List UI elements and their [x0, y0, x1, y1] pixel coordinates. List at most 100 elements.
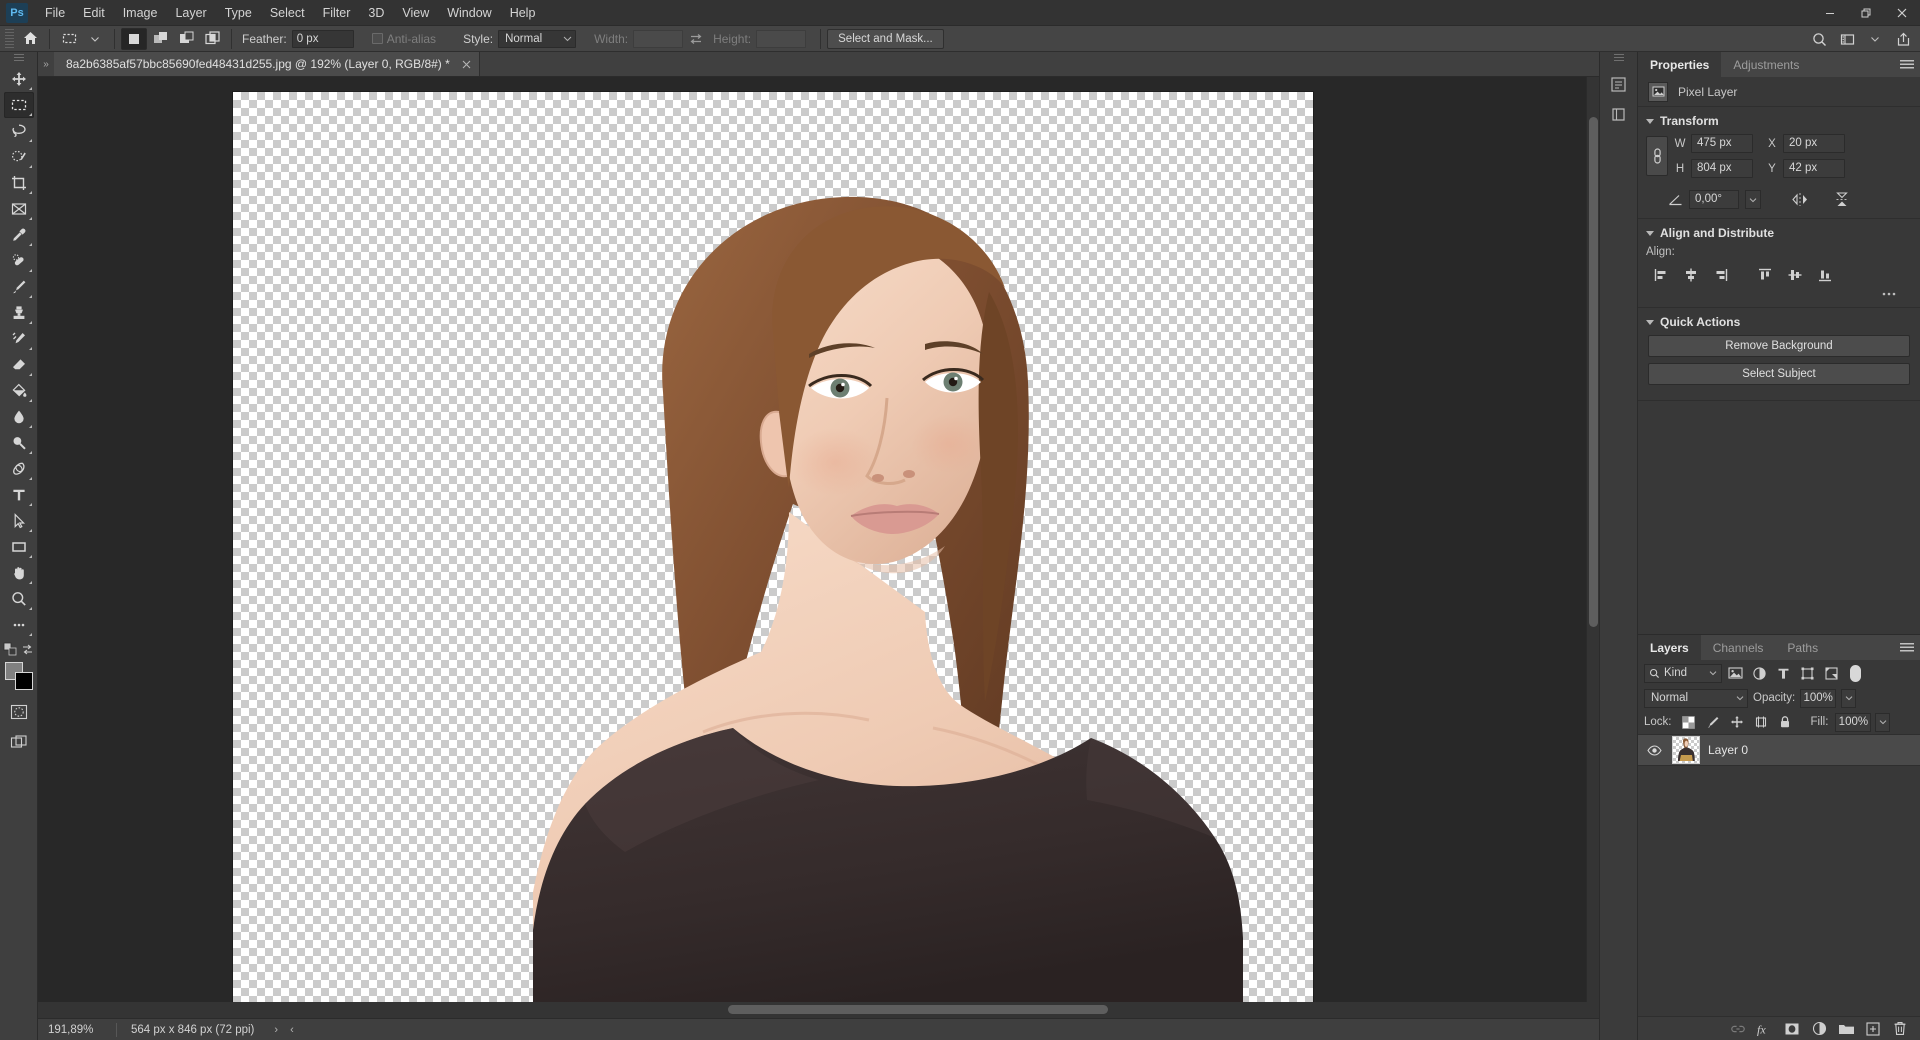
- align-bottom-edges-icon[interactable]: [1810, 264, 1840, 286]
- new-selection-icon[interactable]: [121, 27, 147, 50]
- opacity-slider-button[interactable]: [1841, 688, 1857, 708]
- tool-preset-chevron-down-icon[interactable]: [82, 28, 108, 50]
- filter-smart-objects-icon[interactable]: [1820, 663, 1842, 683]
- table-row[interactable]: Layer 0: [1638, 734, 1920, 766]
- restore-button[interactable]: [1848, 0, 1884, 26]
- history-brush-tool[interactable]: [4, 326, 34, 352]
- tabstrip-collapse-icon[interactable]: »: [38, 52, 54, 76]
- lock-artboard-nesting-icon[interactable]: [1751, 712, 1771, 732]
- layers-list-empty-area[interactable]: [1638, 766, 1920, 1016]
- menu-3d[interactable]: 3D: [359, 3, 393, 23]
- flip-vertical-icon[interactable]: [1833, 191, 1851, 208]
- align-section-header[interactable]: Align and Distribute: [1638, 226, 1920, 240]
- tool-preset-rectangular-marquee-icon[interactable]: [56, 28, 82, 50]
- remove-background-button[interactable]: Remove Background: [1648, 335, 1910, 357]
- close-button[interactable]: [1884, 0, 1920, 26]
- tab-adjustments[interactable]: Adjustments: [1721, 52, 1811, 77]
- filter-toggle-switch[interactable]: [1850, 664, 1861, 682]
- crop-tool[interactable]: [4, 170, 34, 196]
- swap-colors-icon[interactable]: [21, 643, 34, 656]
- image-canvas[interactable]: [233, 92, 1313, 1002]
- menu-edit[interactable]: Edit: [74, 3, 114, 23]
- filter-type-layers-icon[interactable]: [1772, 663, 1794, 683]
- zoom-tool[interactable]: [4, 586, 34, 612]
- filter-adjustment-layers-icon[interactable]: [1748, 663, 1770, 683]
- background-color-swatch[interactable]: [14, 672, 33, 690]
- angle-dropdown-button[interactable]: [1745, 190, 1761, 209]
- lock-transparent-pixels-icon[interactable]: [1679, 712, 1699, 732]
- select-and-mask-button[interactable]: Select and Mask...: [827, 28, 944, 49]
- eraser-tool[interactable]: [4, 352, 34, 378]
- quick-selection-tool[interactable]: [4, 144, 34, 170]
- swap-dimensions-icon[interactable]: [683, 28, 709, 50]
- options-bar-grip[interactable]: [5, 28, 14, 49]
- link-layers-icon[interactable]: [1726, 1018, 1750, 1040]
- layer-style-fx-icon[interactable]: fx: [1753, 1018, 1777, 1040]
- align-right-edges-icon[interactable]: [1706, 264, 1736, 286]
- new-layer-icon[interactable]: [1861, 1018, 1885, 1040]
- transform-section-header[interactable]: Transform: [1638, 114, 1920, 128]
- chevron-right-icon[interactable]: ›: [268, 1024, 284, 1036]
- menu-view[interactable]: View: [393, 3, 438, 23]
- quick-mask-mode-icon[interactable]: [4, 699, 34, 725]
- frame-tool[interactable]: [4, 196, 34, 222]
- menu-window[interactable]: Window: [438, 3, 500, 23]
- link-dimensions-icon[interactable]: [1646, 136, 1668, 176]
- align-vertical-centers-icon[interactable]: [1780, 264, 1810, 286]
- style-select[interactable]: Normal: [498, 29, 577, 48]
- close-tab-icon[interactable]: [460, 60, 473, 69]
- rectangle-tool[interactable]: [4, 534, 34, 560]
- fill-input[interactable]: 100%: [1835, 712, 1872, 732]
- canvas-vertical-scrollbar[interactable]: [1586, 77, 1599, 1002]
- path-selection-tool[interactable]: [4, 508, 34, 534]
- transform-height-input[interactable]: 804 px: [1691, 159, 1753, 178]
- height-input[interactable]: [756, 29, 807, 48]
- menu-type[interactable]: Type: [216, 3, 261, 23]
- filter-pixel-layers-icon[interactable]: [1724, 663, 1746, 683]
- screen-mode-icon[interactable]: [4, 729, 34, 755]
- document-tab[interactable]: 8a2b6385af57bbc85690fed48431d255.jpg @ 1…: [54, 52, 480, 76]
- tab-channels[interactable]: Channels: [1701, 635, 1776, 660]
- anti-alias-checkbox[interactable]: [371, 33, 383, 44]
- select-subject-button[interactable]: Select Subject: [1648, 363, 1910, 385]
- delete-layer-icon[interactable]: [1888, 1018, 1912, 1040]
- layers-panel-menu-button[interactable]: [1900, 635, 1914, 660]
- search-icon[interactable]: [1806, 28, 1832, 50]
- right-dock-grip[interactable]: [1613, 54, 1624, 63]
- libraries-dock-icon[interactable]: [1604, 99, 1634, 129]
- menu-layer[interactable]: Layer: [166, 3, 215, 23]
- menu-help[interactable]: Help: [501, 3, 545, 23]
- layer-thumbnail[interactable]: [1672, 736, 1700, 764]
- blur-tool[interactable]: [4, 404, 34, 430]
- more-options-icon[interactable]: [1880, 290, 1898, 298]
- pen-tool[interactable]: [4, 456, 34, 482]
- chevron-down-icon[interactable]: [1862, 28, 1888, 50]
- menu-file[interactable]: File: [36, 3, 74, 23]
- brush-tool[interactable]: [4, 274, 34, 300]
- color-swatches[interactable]: [4, 661, 34, 691]
- lasso-tool[interactable]: [4, 118, 34, 144]
- lock-position-icon[interactable]: [1727, 712, 1747, 732]
- quick-actions-header[interactable]: Quick Actions: [1638, 315, 1920, 329]
- canvas-vertical-scroll-thumb[interactable]: [1589, 117, 1598, 627]
- hand-tool[interactable]: [4, 560, 34, 586]
- subtract-from-selection-icon[interactable]: [173, 28, 199, 50]
- eye-visible-icon[interactable]: [1644, 744, 1664, 756]
- default-colors-icon[interactable]: [3, 642, 17, 656]
- spot-healing-brush-tool[interactable]: [4, 248, 34, 274]
- flip-horizontal-icon[interactable]: [1791, 192, 1809, 207]
- add-layer-mask-icon[interactable]: [1780, 1018, 1804, 1040]
- filter-shape-layers-icon[interactable]: [1796, 663, 1818, 683]
- intersect-with-selection-icon[interactable]: [199, 28, 225, 50]
- tab-layers[interactable]: Layers: [1638, 635, 1701, 660]
- type-tool[interactable]: [4, 482, 34, 508]
- tab-properties[interactable]: Properties: [1638, 52, 1722, 77]
- toolbar-grip[interactable]: [13, 54, 24, 63]
- align-horizontal-centers-icon[interactable]: [1676, 264, 1706, 286]
- properties-dock-icon[interactable]: [1604, 69, 1634, 99]
- transform-x-input[interactable]: 20 px: [1783, 134, 1845, 153]
- lock-all-icon[interactable]: [1775, 712, 1795, 732]
- fill-slider-button[interactable]: [1875, 712, 1891, 732]
- share-icon[interactable]: [1890, 28, 1916, 50]
- dodge-tool[interactable]: [4, 430, 34, 456]
